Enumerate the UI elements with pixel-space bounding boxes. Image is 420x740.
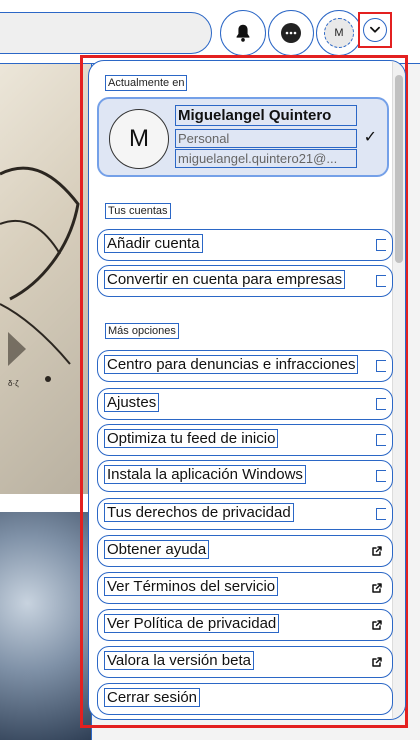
current-account-card[interactable]: M Miguelangel Quintero Personal miguelan… — [97, 97, 389, 177]
menu-item-affordance — [376, 434, 386, 446]
chat-icon-svg — [281, 23, 301, 43]
chevron-down-icon — [363, 18, 387, 42]
illustration-image: δ·ζ — [0, 166, 80, 388]
svg-text:δ·ζ: δ·ζ — [8, 379, 19, 388]
convert-business-account-button[interactable]: Convertir en cuenta para empresas — [97, 265, 393, 297]
check-icon: ✓ — [363, 129, 377, 146]
menu-item-label: Añadir cuenta — [104, 234, 203, 253]
terms-of-service-link[interactable]: Ver Términos del servicio — [97, 572, 393, 604]
account-name: Miguelangel Quintero — [175, 105, 357, 126]
bell-icon[interactable] — [220, 10, 266, 56]
panel-scrollbar[interactable] — [392, 61, 405, 719]
menu-item-affordance — [376, 470, 386, 482]
install-windows-app-button[interactable]: Instala la aplicación Windows — [97, 460, 393, 492]
menu-item-label: Instala la aplicación Windows — [104, 465, 306, 484]
account-type: Personal — [175, 129, 357, 148]
profile-avatar-button[interactable]: M — [316, 10, 362, 56]
section-label-more: Más opciones — [105, 323, 179, 339]
optimize-feed-button[interactable]: Optimiza tu feed de inicio — [97, 424, 393, 456]
bell-icon-svg — [236, 24, 250, 42]
report-center-button[interactable]: Centro para denuncias e infracciones — [97, 350, 393, 382]
rate-beta-link[interactable]: Valora la versión beta — [97, 646, 393, 678]
chat-icon[interactable] — [268, 10, 314, 56]
privacy-policy-link[interactable]: Ver Política de privacidad — [97, 609, 393, 641]
menu-item-affordance — [376, 508, 386, 520]
menu-item-label: Optimiza tu feed de inicio — [104, 429, 279, 448]
menu-item-label: Centro para denuncias e infracciones — [104, 355, 359, 374]
feed-image-left-bottom[interactable] — [0, 512, 92, 740]
scrollbar-thumb[interactable] — [395, 75, 403, 263]
feed-gap — [0, 494, 92, 512]
privacy-rights-button[interactable]: Tus derechos de privacidad — [97, 498, 393, 530]
external-link-icon — [370, 618, 384, 632]
account-email: miguelangel.quintero21@... — [175, 149, 357, 168]
get-help-link[interactable]: Obtener ayuda — [97, 535, 393, 567]
menu-item-affordance — [376, 398, 386, 410]
menu-item-affordance — [376, 360, 386, 372]
chevron-down-icon-svg — [370, 26, 380, 33]
external-link-icon — [370, 655, 384, 669]
account-menu-button[interactable] — [358, 12, 392, 48]
menu-item-label: Tus derechos de privacidad — [104, 503, 294, 522]
section-label-accounts: Tus cuentas — [105, 203, 171, 219]
search-bar[interactable] — [0, 12, 212, 54]
add-account-button[interactable]: Añadir cuenta — [97, 229, 393, 261]
external-link-icon — [370, 581, 384, 595]
feed-image-left-top[interactable]: δ·ζ — [0, 64, 92, 494]
account-avatar: M — [109, 109, 169, 169]
menu-item-label: Valora la versión beta — [104, 651, 254, 670]
account-dropdown-panel: Actualmente en M Miguelangel Quintero Pe… — [88, 60, 406, 720]
logout-button[interactable]: Cerrar sesión — [97, 683, 393, 715]
avatar: M — [324, 18, 354, 48]
menu-item-label: Convertir en cuenta para empresas — [104, 270, 346, 289]
external-link-icon — [370, 544, 384, 558]
app-page: M δ·ζ Actualmente en M Miguelangel Quint… — [0, 0, 420, 740]
menu-item-affordance — [376, 239, 386, 251]
section-label-current: Actualmente en — [105, 75, 188, 91]
menu-item-label: Obtener ayuda — [104, 540, 210, 559]
menu-item-label: Ver Términos del servicio — [104, 577, 279, 596]
settings-button[interactable]: Ajustes — [97, 388, 393, 420]
menu-item-label: Cerrar sesión — [104, 688, 201, 707]
menu-item-label: Ver Política de privacidad — [104, 614, 280, 633]
menu-item-affordance — [376, 275, 386, 287]
menu-item-label: Ajustes — [104, 393, 160, 412]
